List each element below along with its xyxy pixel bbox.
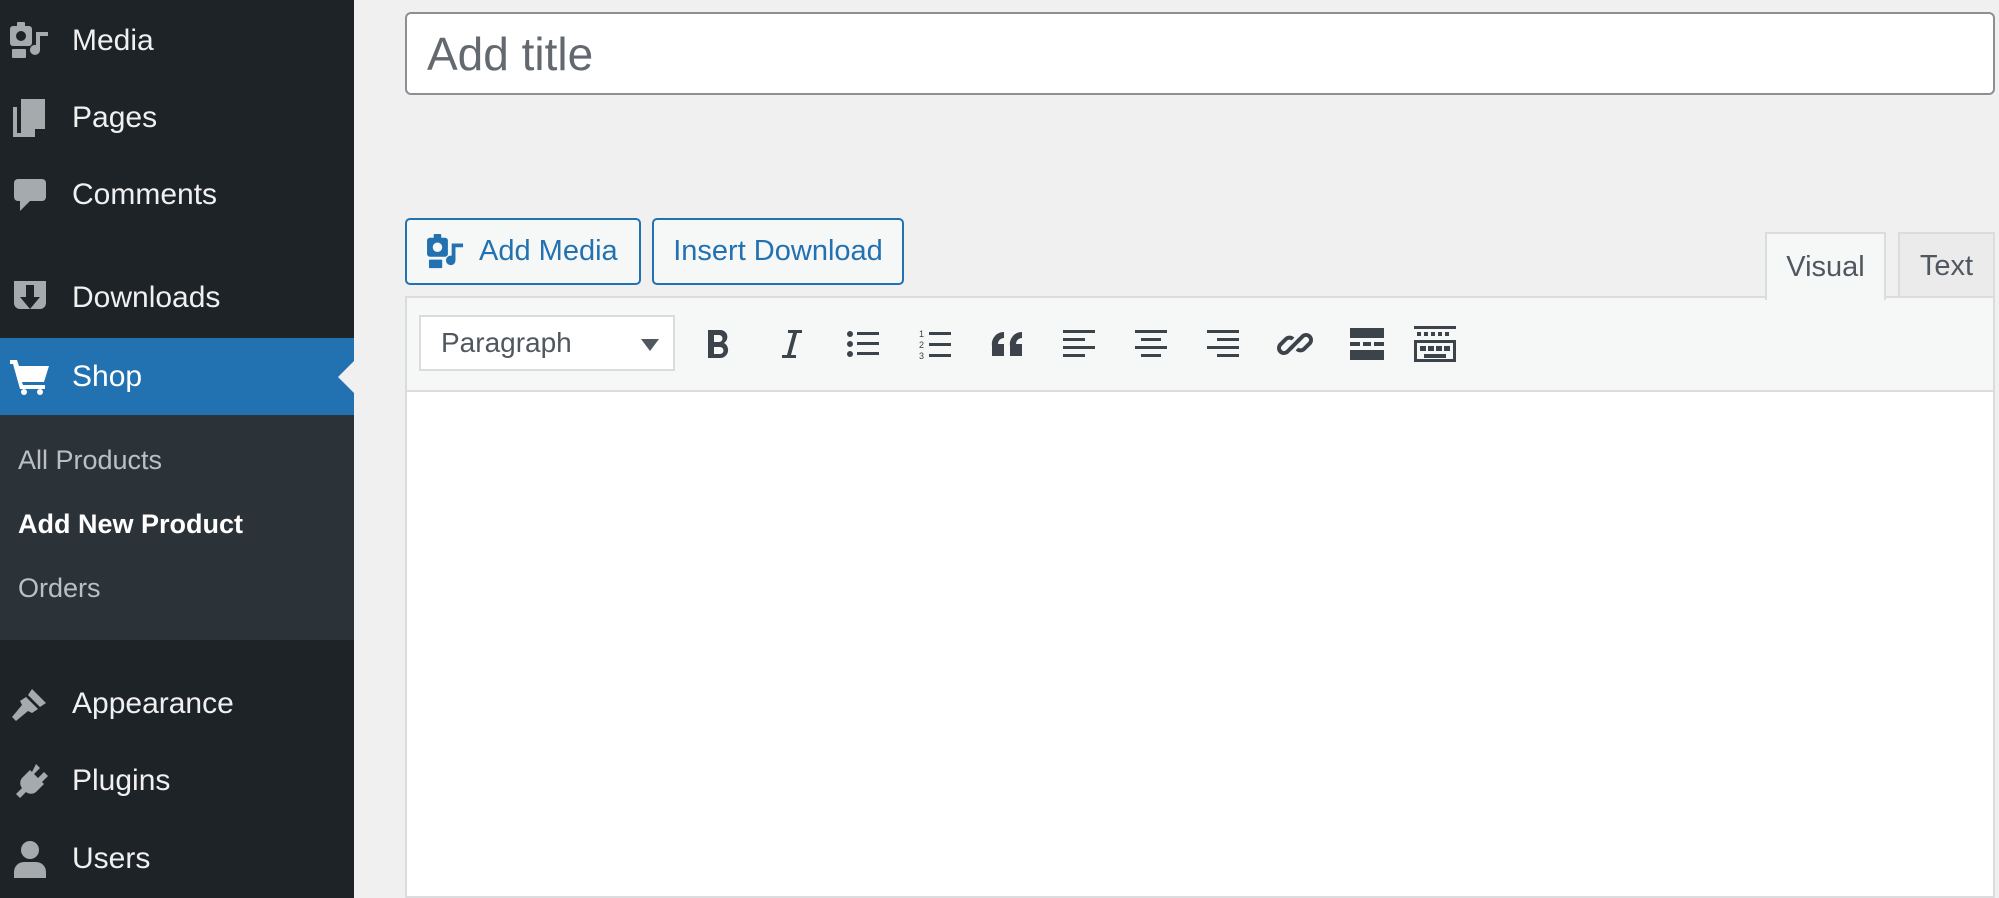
plug-icon xyxy=(10,761,50,801)
sidebar-item-pages[interactable]: Pages xyxy=(0,79,354,156)
bold-button[interactable] xyxy=(697,322,741,366)
sidebar-item-plugins[interactable]: Plugins xyxy=(0,742,354,819)
sidebar-item-shop[interactable]: Shop xyxy=(0,338,354,415)
align-left-button[interactable] xyxy=(1057,322,1101,366)
sidebar-item-downloads[interactable]: Downloads xyxy=(0,259,354,336)
svg-text:1: 1 xyxy=(919,329,924,339)
sidebar-item-comments[interactable]: Comments xyxy=(0,156,354,233)
submenu-item-add-new-product[interactable]: Add New Product xyxy=(18,509,243,540)
sidebar-item-label: Pages xyxy=(72,100,158,134)
align-right-button[interactable] xyxy=(1201,322,1245,366)
italic-icon xyxy=(778,328,804,360)
align-right-icon xyxy=(1207,329,1239,359)
align-left-icon xyxy=(1063,329,1095,359)
editor-toolbar: Paragraph 123 xyxy=(407,298,1993,392)
bullet-list-button[interactable] xyxy=(841,322,885,366)
brush-icon xyxy=(10,684,50,724)
format-select-value: Paragraph xyxy=(441,327,572,358)
toolbar-toggle-icon xyxy=(1414,326,1456,362)
admin-sidebar: Media Pages Comments Downloads Shop All … xyxy=(0,0,354,898)
sidebar-item-label: Shop xyxy=(72,359,143,393)
comments-icon xyxy=(10,175,50,215)
submenu-item-all-products[interactable]: All Products xyxy=(18,445,162,476)
media-icon xyxy=(10,21,50,61)
add-media-button[interactable]: Add Media xyxy=(405,218,641,285)
current-menu-arrow xyxy=(338,360,354,393)
read-more-icon xyxy=(1350,328,1384,360)
align-center-icon xyxy=(1135,329,1167,359)
submenu-item-orders[interactable]: Orders xyxy=(18,573,101,604)
shop-submenu: All Products Add New Product Orders xyxy=(0,415,354,640)
editor-content-area[interactable] xyxy=(407,392,1993,896)
insert-download-button[interactable]: Insert Download xyxy=(652,218,904,285)
sidebar-item-label: Comments xyxy=(72,177,218,211)
numbered-list-button[interactable]: 123 xyxy=(913,322,957,366)
add-media-label: Add Media xyxy=(479,235,618,267)
sidebar-item-media[interactable]: Media xyxy=(0,2,354,79)
link-icon xyxy=(1277,326,1313,362)
content-editor: Paragraph 123 xyxy=(405,296,1995,898)
user-icon xyxy=(10,839,50,879)
link-button[interactable] xyxy=(1273,322,1317,366)
bold-icon xyxy=(706,328,732,360)
svg-text:2: 2 xyxy=(919,340,924,350)
downloads-icon xyxy=(10,278,50,318)
align-center-button[interactable] xyxy=(1129,322,1173,366)
blockquote-icon xyxy=(990,330,1024,358)
sidebar-item-users[interactable]: Users xyxy=(0,820,354,897)
blockquote-button[interactable] xyxy=(985,322,1029,366)
bullet-list-icon xyxy=(847,329,879,359)
sidebar-item-label: Media xyxy=(72,23,154,57)
sidebar-item-appearance[interactable]: Appearance xyxy=(0,665,354,742)
sidebar-item-label: Plugins xyxy=(72,763,171,797)
title-input[interactable]: Add title xyxy=(405,12,1995,95)
sidebar-item-label: Appearance xyxy=(72,686,234,720)
italic-button[interactable] xyxy=(769,322,813,366)
cart-icon xyxy=(10,357,50,397)
pages-icon xyxy=(10,98,50,138)
sidebar-item-label: Downloads xyxy=(72,280,221,314)
media-icon xyxy=(427,233,465,270)
sidebar-item-label: Users xyxy=(72,841,151,875)
numbered-list-icon: 123 xyxy=(919,328,951,360)
tab-visual[interactable]: Visual xyxy=(1765,232,1886,300)
toolbar-toggle-button[interactable] xyxy=(1413,322,1457,366)
format-select[interactable]: Paragraph xyxy=(419,315,675,371)
read-more-button[interactable] xyxy=(1345,322,1389,366)
svg-text:3: 3 xyxy=(919,351,924,360)
tab-text[interactable]: Text xyxy=(1898,232,1995,298)
chevron-down-icon xyxy=(641,339,659,351)
